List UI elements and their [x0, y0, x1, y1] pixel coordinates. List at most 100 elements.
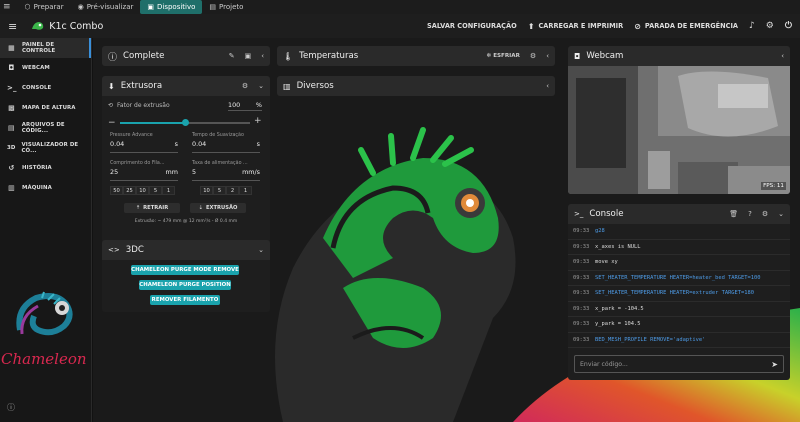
printer-icon[interactable]: ▣: [245, 52, 252, 60]
alert-icon: ⊘: [634, 21, 641, 31]
collapse-chevron-icon[interactable]: ‹: [546, 82, 549, 90]
sidebar-item-webcam[interactable]: ◘ WEBCAM: [0, 58, 91, 78]
collapse-chevron-icon[interactable]: ‹: [546, 52, 549, 60]
remove-filament-button[interactable]: REMOVER FILAMENTO: [150, 295, 220, 305]
console-row: 09:33 BED_MESH_PROFILE REMOVE='adaptive': [568, 333, 790, 348]
length-step-button[interactable]: 25: [123, 186, 136, 195]
console-panel-header: >_ Console 🗑? ⚙ ⌄: [568, 204, 790, 224]
feed-rate-field[interactable]: Taxa de alimentação ... 5 mm/s: [192, 161, 260, 181]
rate-step-button[interactable]: 10: [200, 186, 213, 195]
console-row-time: 09:33: [573, 243, 590, 250]
sidebar-item-arquivos[interactable]: ▤ ARQUIVOS DE CÓDIG...: [0, 118, 91, 138]
purge-mode-remove-button[interactable]: CHAMELEON PURGE MODE REMOVE: [131, 265, 239, 275]
console-input[interactable]: Enviar código... ➤: [574, 355, 784, 373]
tab-preparar[interactable]: ⬡ Preparar: [18, 0, 71, 14]
plus-icon[interactable]: +: [254, 116, 262, 126]
main-area: ⓘ Complete ✎ ▣ ‹ ⬇ Extrusora ⚙ ⌄ ⟲ Fator de …: [93, 38, 800, 422]
upload-print-button[interactable]: ⬆ CARREGAR E IMPRIMIR: [528, 22, 623, 31]
gear-icon[interactable]: ⚙: [530, 52, 536, 60]
console-panel: >_ Console 🗑? ⚙ ⌄ 09:33 g28 09:33 x_axes is N…: [568, 204, 790, 380]
rate-step-button[interactable]: 1: [239, 186, 252, 195]
webcam-panel: ◘ Webcam ‹ FPS: 11: [568, 46, 790, 194]
save-config-button[interactable]: SALVAR CONFIGURAÇÃO: [427, 22, 517, 30]
status-panel-header: ⓘ Complete ✎ ▣ ‹: [102, 46, 270, 66]
console-row: 09:33 y_park = 104.5: [568, 317, 790, 333]
length-step-button[interactable]: 50: [110, 186, 123, 195]
sidebar-item-maquina[interactable]: ▥ MÁQUINA: [0, 178, 91, 198]
app-title: K1c Combo: [49, 20, 104, 32]
retract-button[interactable]: ⇡ RETRAIR: [124, 203, 180, 213]
smooth-time-field[interactable]: Tempo de Suavização 0.04 s: [192, 133, 260, 153]
cool-button[interactable]: ✻ ESFRIAR: [487, 53, 520, 59]
factor-slider-fill: [120, 122, 185, 124]
chevron-down-icon[interactable]: ⌄: [258, 246, 264, 254]
rate-step-button[interactable]: 2: [226, 186, 239, 195]
help-icon[interactable]: ⓘ: [7, 402, 15, 413]
chameleon-mascot-icon: [16, 291, 73, 336]
fps-indicator: FPS: 11: [761, 182, 786, 190]
rate-step-button[interactable]: 5: [213, 186, 226, 195]
sidebar-item-painel[interactable]: ▦ PAINEL DE CONTROLE: [0, 38, 91, 58]
power-icon[interactable]: ⏻: [785, 21, 792, 31]
console-row: 09:33 x_park = -104.5: [568, 302, 790, 317]
factor-icon: ⟲: [108, 102, 114, 109]
emergency-stop-button[interactable]: ⊘ PARADA DE EMERGÊNCIA: [634, 22, 738, 31]
chevron-down-icon[interactable]: ⌄: [778, 210, 784, 218]
tab-pre-visualizar[interactable]: ◉ Pré-visualizar: [71, 0, 141, 14]
arrow-up-icon: ⇡: [135, 205, 141, 211]
file-upload-icon: ⬆: [527, 21, 535, 31]
trash-icon[interactable]: 🗑: [729, 210, 738, 218]
console-row-time: 09:33: [573, 259, 590, 266]
collapse-chevron-icon[interactable]: ‹: [781, 52, 784, 60]
sidebar-item-historia[interactable]: ↺ HISTÓRIA: [0, 158, 91, 178]
console-row-message: x_axes is NULL: [595, 243, 641, 250]
tab-projeto[interactable]: ▤ Projeto: [202, 0, 250, 14]
length-step-button[interactable]: 5: [149, 186, 162, 195]
settings-icon[interactable]: ⚙: [766, 21, 774, 31]
purge-position-button[interactable]: CHAMELEON PURGE POSITION: [139, 280, 231, 290]
chevron-down-icon[interactable]: ⌄: [258, 82, 264, 90]
folder-icon: ▤: [209, 3, 217, 11]
filament-length-field[interactable]: Comprimento do Fila... 25 mm: [110, 161, 178, 181]
factor-input[interactable]: 100%: [228, 99, 262, 111]
top-tab-bar: ≡ ⬡ Preparar ◉ Pré-visualizar ▣ Dispositivo…: [0, 0, 800, 14]
help-icon[interactable]: ?: [748, 210, 752, 218]
gear-icon[interactable]: ⚙: [242, 82, 248, 90]
threedc-panel-header: <> 3DC ⌄: [102, 240, 270, 260]
console-row: 09:33 g28: [568, 224, 790, 240]
length-step-button[interactable]: 10: [136, 186, 149, 195]
console-row: 09:33 SET_HEATER_TEMPERATURE HEATER=heate…: [568, 271, 790, 286]
pressure-advance-field[interactable]: Pressure Advance 0.04 s: [110, 133, 178, 153]
brush-icon[interactable]: ✎: [229, 52, 235, 60]
console-row-time: 09:33: [573, 228, 590, 235]
snowflake-icon: ✻: [486, 53, 492, 59]
extruder-panel-header: ⬇ Extrusora ⚙ ⌄: [102, 76, 270, 96]
factor-label: Fator de extrusão: [117, 102, 170, 109]
console-row-message: g28: [595, 228, 605, 235]
length-step-button[interactable]: 1: [162, 186, 175, 195]
console-row-message: BED_MESH_PROFILE REMOVE='adaptive': [595, 336, 706, 343]
tab-dispositivo[interactable]: ▣ Dispositivo: [140, 0, 203, 14]
console-row: 09:33 move xy: [568, 255, 790, 271]
eye-icon: ◉: [77, 3, 84, 11]
bell-icon[interactable]: ♪: [749, 21, 755, 31]
info-icon: ⓘ: [108, 52, 118, 63]
arrow-down-icon: ⇣: [198, 205, 203, 211]
hamburger-icon[interactable]: ≡: [0, 0, 18, 14]
extrude-button[interactable]: ⇣ EXTRUSÃO: [190, 203, 246, 213]
minus-icon[interactable]: −: [108, 118, 116, 128]
sidebar: ▦ PAINEL DE CONTROLE ◘ WEBCAM >_ CONSOLE ▩ M…: [0, 38, 92, 422]
sidebar-item-visualizador[interactable]: 3D VISUALIZADOR DE CÓ...: [0, 138, 91, 158]
camera-icon: ◘: [8, 64, 15, 72]
factor-slider[interactable]: [120, 119, 250, 126]
sidebar-item-console[interactable]: >_ CONSOLE: [0, 78, 91, 98]
sidebar-item-mapa-altura[interactable]: ▩ MAPA DE ALTURA: [0, 98, 91, 118]
menu-icon[interactable]: ≡: [8, 20, 17, 33]
viewer-3d-icon: 3D: [7, 145, 16, 151]
gear-icon[interactable]: ⚙: [762, 210, 768, 218]
history-icon: ↺: [8, 164, 15, 172]
factor-slider-thumb[interactable]: [182, 119, 189, 126]
console-row: 09:33 SET_HEATER_TEMPERATURE HEATER=extru…: [568, 286, 790, 302]
collapse-chevron-icon[interactable]: ‹: [261, 52, 264, 60]
send-icon[interactable]: ➤: [771, 360, 778, 369]
